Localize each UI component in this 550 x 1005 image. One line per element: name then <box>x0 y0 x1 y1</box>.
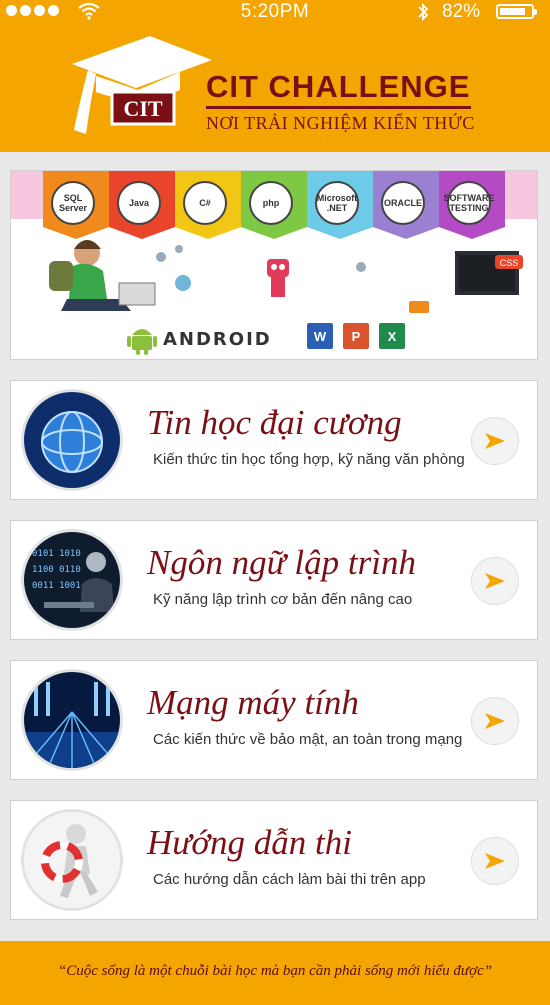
coder-icon: 0101 1010 1100 0110 0011 1001 <box>21 529 123 631</box>
app-header: 5:20PM 82% CIT CIT CHALLENGE NƠI TRẢI NG… <box>0 0 550 152</box>
play-arrow-icon[interactable] <box>471 557 519 605</box>
title-divider <box>206 106 471 109</box>
network-icon <box>21 669 123 771</box>
globe-icon <box>21 389 123 491</box>
play-arrow-icon[interactable] <box>471 417 519 465</box>
oracle-logo: ORACLE <box>381 181 425 225</box>
svg-text:CSS: CSS <box>500 258 519 268</box>
battery-icon <box>496 4 537 19</box>
powerpoint-icon: P <box>343 323 369 349</box>
svg-text:1100 0110: 1100 0110 <box>32 565 81 575</box>
status-bar: 5:20PM 82% <box>0 0 550 24</box>
menu-item-subtitle: Các kiến thức về bảo mật, an toàn trong … <box>153 731 463 748</box>
menu-item-huong-dan-thi[interactable]: Hướng dẫn thi Các hướng dẫn cách làm bài… <box>10 800 538 920</box>
java-logo: Java <box>117 181 161 225</box>
tech-logo-strip: SQL Server Java C# php Microsoft .NET OR… <box>41 171 503 233</box>
svg-text:0101 1010: 0101 1010 <box>32 549 81 559</box>
battery-percent: 82% <box>442 1 481 22</box>
play-arrow-icon[interactable] <box>471 697 519 745</box>
android-robot-icon <box>127 329 157 355</box>
svg-text:0011 1001: 0011 1001 <box>32 581 81 591</box>
app-subtitle: NƠI TRẢI NGHIỆM KIẾN THỨC <box>206 113 475 133</box>
sql-server-logo: SQL Server <box>51 181 95 225</box>
logo-text: CIT <box>123 96 162 121</box>
menu-item-title: Ngôn ngữ lập trình <box>147 543 416 582</box>
menu-item-title: Tin học đại cương <box>147 403 402 442</box>
menu-item-title: Hướng dẫn thi <box>147 823 352 862</box>
bluetooth-icon <box>418 2 429 22</box>
csharp-logo: C# <box>183 181 227 225</box>
tech-banner: CSS SQL Server Java C# php Microsoft .NE… <box>10 170 538 360</box>
brand: CIT CHALLENGE NƠI TRẢI NGHIỆM KIẾN THỨC <box>206 70 475 134</box>
php-logo: php <box>249 181 293 225</box>
android-text: ANDROID <box>163 328 272 350</box>
office-icons: W P X <box>307 323 405 349</box>
footer: “Cuộc sống là một chuỗi bài học mà bạn c… <box>0 941 550 1005</box>
software-testing-logo: SOFTWARE TESTING <box>444 181 495 225</box>
menu-item-mang-may-tinh[interactable]: Mạng máy tính Các kiến thức về bảo mật, … <box>10 660 538 780</box>
dotnet-logo: Microsoft .NET <box>315 181 359 225</box>
menu-item-subtitle: Kiến thức tin học tổng hợp, kỹ năng văn … <box>153 451 465 468</box>
play-arrow-icon[interactable] <box>471 837 519 885</box>
word-icon: W <box>307 323 333 349</box>
app-title: CIT CHALLENGE <box>206 69 471 104</box>
menu-item-tin-hoc-dai-cuong[interactable]: Tin học đại cương Kiến thức tin học tổng… <box>10 380 538 500</box>
android-logo: ANDROID <box>127 323 272 355</box>
menu-item-subtitle: Kỹ năng lập trình cơ bản đến nâng cao <box>153 591 413 608</box>
cit-logo: CIT <box>72 36 212 134</box>
excel-icon: X <box>379 323 405 349</box>
lifebuoy-icon <box>21 809 123 911</box>
menu-item-subtitle: Các hướng dẫn cách làm bài thi trên app <box>153 871 426 888</box>
menu-item-ngon-ngu-lap-trinh[interactable]: 0101 1010 1100 0110 0011 1001 Ngôn ngữ l… <box>10 520 538 640</box>
menu-item-title: Mạng máy tính <box>147 683 359 722</box>
footer-quote: “Cuộc sống là một chuỗi bài học mà bạn c… <box>57 963 493 979</box>
